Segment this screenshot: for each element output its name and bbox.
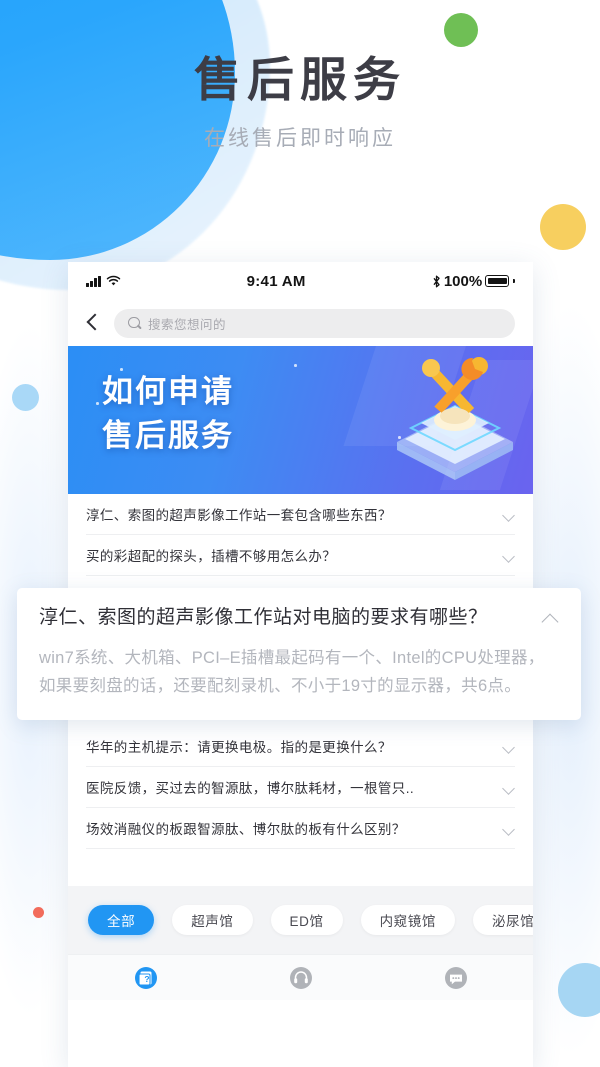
chip-urology[interactable]: 泌尿馆 [473,905,533,935]
yellow-circle-dot [540,204,586,250]
banner-star [96,402,99,405]
promo-banner[interactable]: 如何申请 售后服务 [68,346,533,494]
chip-all[interactable]: 全部 [88,905,154,935]
chevron-down-icon[interactable] [502,822,515,835]
chevron-down-icon[interactable] [502,508,515,521]
banner-text: 如何申请 售后服务 [102,370,234,458]
wifi-icon [106,275,121,287]
nav-item-support[interactable] [223,966,378,990]
list-filler [68,849,533,886]
chat-bubble-icon [444,966,468,990]
wrench-screwdriver-platform-icon [391,354,519,486]
chevron-up-icon[interactable] [541,610,559,628]
page-title: 售后服务 [0,52,600,108]
status-bar-time: 9:41 AM [121,273,432,290]
search-input[interactable]: 搜索您想问的 [114,309,515,338]
nav-item-chat[interactable] [378,966,533,990]
faq-question: 场效消融仪的板跟智源肽、博尔肽的板有什么区别？ [86,818,406,838]
expanded-answer-card[interactable]: 淳仁、索图的超声影像工作站对电脑的要求有哪些？ win7系统、大机箱、PCI–E… [17,588,581,720]
battery-percent-label: 100% [444,273,482,290]
chip-ultrasound[interactable]: 超声馆 [172,905,252,935]
chip-ed[interactable]: ED馆 [271,905,343,935]
headset-support-icon [289,966,313,990]
status-bar: 9:41 AM 100% [68,262,533,300]
faq-row[interactable]: 淳仁、索图的超声影像工作站一套包含哪些东西？ [86,494,515,535]
faq-row[interactable]: 华年的主机提示：请更换电极。指的是更换什么？ [86,726,515,767]
faq-question: 医院反馈，买过去的智源肽，博尔肽耗材，一根管只.. [86,777,414,797]
banner-line-2: 售后服务 [102,414,234,458]
faq-question: 华年的主机提示：请更换电极。指的是更换什么？ [86,736,392,756]
chevron-down-icon[interactable] [502,781,515,794]
cellular-signal-icon [86,276,101,287]
red-circle-dot [33,907,44,918]
faq-row[interactable]: 医院反馈，买过去的智源肽，博尔肽耗材，一根管只.. [86,767,515,808]
chevron-down-icon[interactable] [502,740,515,753]
bluetooth-icon [432,275,441,288]
hero-section: 售后服务 在线售后即时响应 [0,52,600,152]
banner-star [294,364,297,367]
chevron-left-icon[interactable] [82,312,104,334]
faq-row[interactable]: 场效消融仪的板跟智源肽、博尔肽的板有什么区别？ [86,808,515,849]
search-placeholder: 搜索您想问的 [148,314,226,333]
faq-document-icon: ? [134,966,158,990]
battery-tip [513,279,515,284]
faq-row[interactable]: 买的彩超配的探头，插槽不够用怎么办？ [86,535,515,576]
category-chip-strip[interactable]: 全部 超声馆 ED馆 内窥镜馆 泌尿馆 [68,886,533,954]
small-blue-circle-dot [12,384,39,411]
faq-question: 买的彩超配的探头，插槽不够用怎么办？ [86,545,336,565]
page-subtitle: 在线售后即时响应 [0,122,600,152]
faq-list-top: 淳仁、索图的超声影像工作站一套包含哪些东西？ 买的彩超配的探头，插槽不够用怎么办… [68,494,533,576]
chip-endoscope[interactable]: 内窥镜馆 [361,905,455,935]
banner-line-1: 如何申请 [102,370,234,414]
answer-card-header[interactable]: 淳仁、索图的超声影像工作站对电脑的要求有哪些？ [39,606,559,631]
faq-list-bottom: 华年的主机提示：请更换电极。指的是更换什么？ 医院反馈，买过去的智源肽，博尔肽耗… [68,726,533,849]
answer-card-question: 淳仁、索图的超声影像工作站对电脑的要求有哪些？ [39,606,488,631]
bottom-navigation-bar: ? [68,954,533,1000]
green-circle-dot [444,13,478,47]
app-header: 搜索您想问的 [68,300,533,346]
chevron-down-icon[interactable] [502,549,515,562]
answer-card-body: win7系统、大机箱、PCI–E插槽最起码有一个、Intel的CPU处理器，如果… [39,644,559,701]
battery-full-icon [485,275,509,287]
svg-text:?: ? [144,974,149,984]
nav-item-faq[interactable]: ? [68,966,223,990]
search-icon [128,317,141,330]
faq-question: 淳仁、索图的超声影像工作站一套包含哪些东西？ [86,504,392,524]
